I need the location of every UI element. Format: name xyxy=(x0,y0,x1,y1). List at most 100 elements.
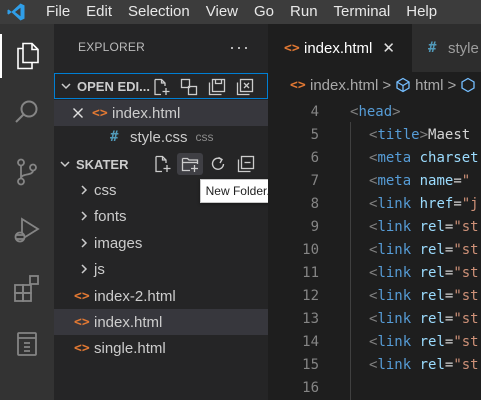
breadcrumb-node[interactable]: html xyxy=(415,77,443,94)
open-editors-section-header[interactable]: OPEN EDI... xyxy=(54,73,268,99)
new-file-icon[interactable] xyxy=(148,151,176,177)
code-token: > xyxy=(392,104,401,120)
file-label: index-2.html xyxy=(94,287,176,305)
code-token: "st xyxy=(453,334,479,350)
code-line: <link rel="st xyxy=(369,357,479,373)
breadcrumb-separator: > xyxy=(382,76,392,94)
html-file-icon: <> xyxy=(92,105,108,121)
close-icon[interactable]: ✕ xyxy=(382,39,395,57)
chevron-right-icon xyxy=(74,184,94,196)
vscode-logo-icon xyxy=(0,0,32,24)
folder-item[interactable]: js xyxy=(54,256,268,282)
line-number: 9 xyxy=(310,219,319,235)
tab-style-css[interactable]: # style xyxy=(412,24,481,72)
code-editor[interactable]: 4 <head> 5 <title>Maest 6 <meta charset 7 <meta… xyxy=(268,98,481,400)
save-all-icon[interactable] xyxy=(203,74,231,100)
menu-run[interactable]: Run xyxy=(282,0,326,24)
file-item[interactable]: <> index.html xyxy=(54,309,268,335)
code-token: title xyxy=(377,127,420,143)
css-file-icon: # xyxy=(428,40,437,56)
source-control-icon[interactable] xyxy=(0,150,54,194)
menu-file[interactable]: File xyxy=(32,0,78,24)
code-token: link xyxy=(377,265,412,281)
line-number: 14 xyxy=(302,334,319,350)
css-file-icon: # xyxy=(110,129,119,145)
menu-view[interactable]: View xyxy=(198,0,246,24)
tab-label: style xyxy=(448,39,479,57)
project-section-header[interactable]: SKATER xyxy=(54,151,268,177)
menu-help[interactable]: Help xyxy=(398,0,445,24)
code-line: <link rel="st xyxy=(369,219,479,235)
code-token: meta xyxy=(377,173,412,189)
chevron-right-icon xyxy=(74,210,94,222)
breadcrumb-file[interactable]: index.html xyxy=(310,77,378,94)
code-token: name xyxy=(419,173,454,189)
line-number: 8 xyxy=(310,196,319,212)
extensions-icon[interactable] xyxy=(0,266,54,310)
title-bar: File Edit Selection View Go Run Terminal… xyxy=(0,0,481,24)
code-token: > xyxy=(419,127,429,143)
close-icon[interactable] xyxy=(54,107,92,119)
indent-guide xyxy=(350,122,351,400)
tab-index-html[interactable]: <> index.html ✕ xyxy=(268,24,412,72)
folder-label: js xyxy=(94,260,105,278)
line-number: 10 xyxy=(302,242,319,258)
code-line: <link href="j xyxy=(369,196,479,212)
code-token: charset xyxy=(419,150,479,166)
code-token: href xyxy=(419,196,454,212)
collapse-all-icon[interactable] xyxy=(232,151,260,177)
open-editor-item[interactable]: # style.css css xyxy=(54,124,268,150)
toggle-vertical-layout-icon[interactable] xyxy=(175,74,203,100)
code-token: "j xyxy=(461,196,479,212)
html-file-icon: <> xyxy=(74,340,90,356)
folder-label: fonts xyxy=(94,207,127,225)
run-debug-icon[interactable] xyxy=(0,208,54,252)
code-token: meta xyxy=(377,150,412,166)
code-token: rel xyxy=(419,219,445,235)
open-editor-folder-desc: css xyxy=(195,130,214,144)
menu-edit[interactable]: Edit xyxy=(78,0,120,24)
remote-explorer-icon[interactable] xyxy=(0,322,54,366)
menu-terminal[interactable]: Terminal xyxy=(326,0,399,24)
file-label: single.html xyxy=(94,339,166,357)
file-item[interactable]: <> index-2.html xyxy=(54,283,268,309)
close-all-icon[interactable] xyxy=(231,74,259,100)
code-token: link xyxy=(377,242,412,258)
chevron-right-icon xyxy=(74,237,94,249)
code-token: "st xyxy=(453,311,479,327)
tab-label: index.html xyxy=(304,39,373,57)
code-token: rel xyxy=(419,311,445,327)
html-file-icon: <> xyxy=(74,288,90,304)
new-untitled-file-icon[interactable] xyxy=(147,74,175,100)
more-actions-icon[interactable]: ··· xyxy=(229,37,250,58)
chevron-down-icon xyxy=(55,80,77,92)
line-number: 15 xyxy=(302,357,319,373)
code-line: <link rel="st xyxy=(369,242,479,258)
folder-label: css xyxy=(94,181,117,199)
refresh-icon[interactable] xyxy=(204,151,232,177)
code-token: rel xyxy=(419,334,445,350)
search-icon[interactable] xyxy=(0,90,54,134)
menu-selection[interactable]: Selection xyxy=(120,0,198,24)
folder-item[interactable]: images xyxy=(54,230,268,256)
breadcrumb: <> index.html > html > xyxy=(268,72,481,98)
code-token: rel xyxy=(419,265,445,281)
code-line: <meta name=" xyxy=(369,173,470,189)
new-folder-icon[interactable] xyxy=(177,153,203,175)
code-line: <link rel="st xyxy=(369,311,479,327)
code-token: link xyxy=(377,357,412,373)
html-file-icon: <> xyxy=(290,77,306,93)
code-token: link xyxy=(377,311,412,327)
activity-bar xyxy=(0,24,54,400)
open-editor-item[interactable]: <> index.html xyxy=(54,100,268,126)
file-label: index.html xyxy=(94,313,163,331)
file-item[interactable]: <> single.html xyxy=(54,335,268,361)
code-token: link xyxy=(377,219,412,235)
explorer-icon[interactable] xyxy=(0,34,54,78)
folder-item[interactable]: fonts xyxy=(54,203,268,229)
menu-go[interactable]: Go xyxy=(246,0,282,24)
